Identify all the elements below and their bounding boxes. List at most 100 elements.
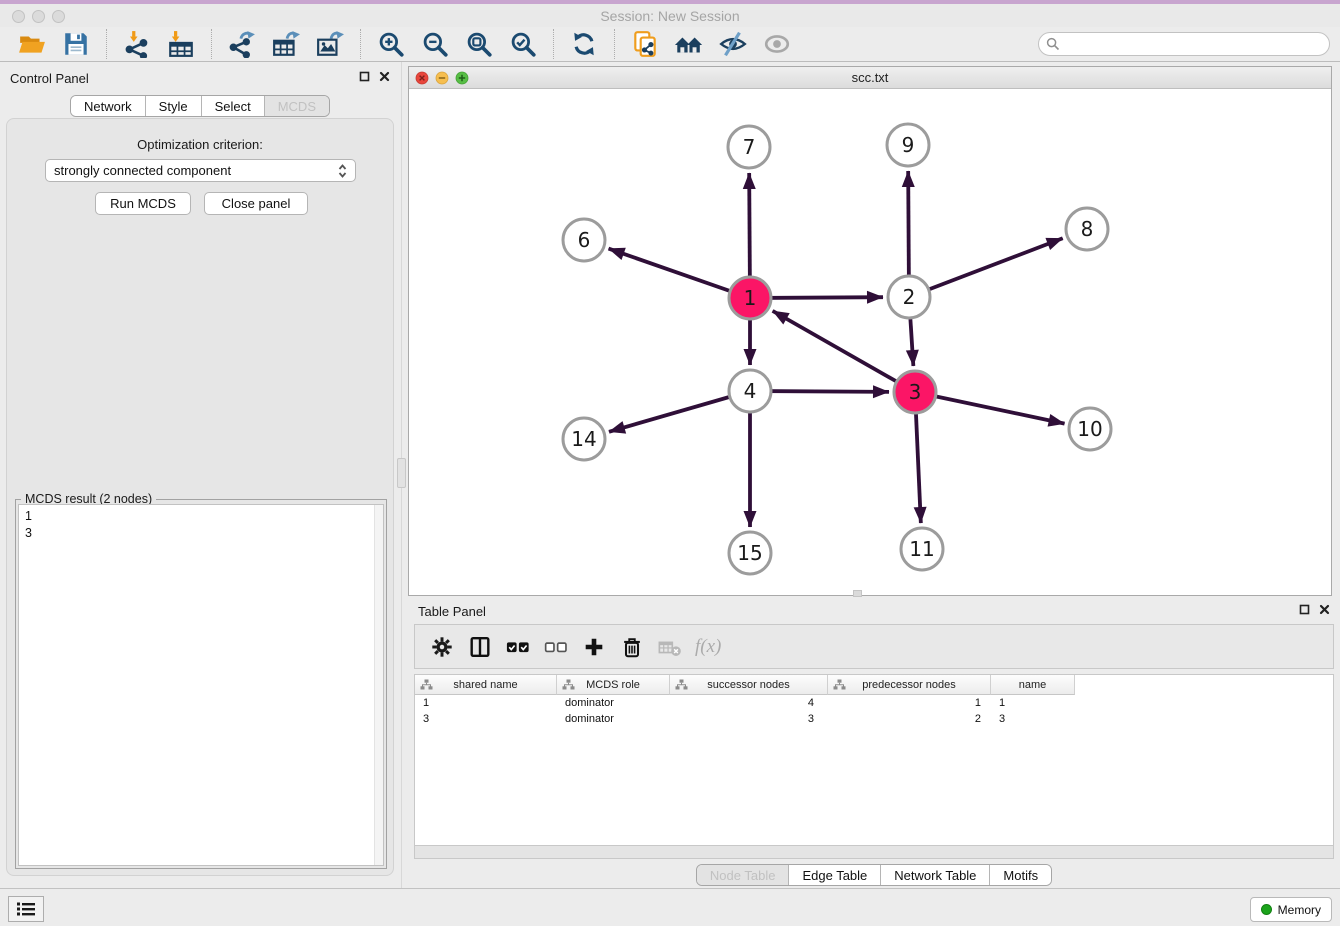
cell-successor-nodes[interactable]: 3 xyxy=(670,711,828,727)
function-builder-icon: f(x) xyxy=(695,636,721,658)
export-network-icon[interactable] xyxy=(227,29,257,59)
cell-name[interactable]: 3 xyxy=(991,711,1075,727)
main-toolbar xyxy=(0,27,1340,62)
column-type-icon xyxy=(562,679,575,690)
task-history-button[interactable] xyxy=(8,896,44,922)
mcds-result-line: 3 xyxy=(19,525,383,542)
graph-node-14[interactable]: 14 xyxy=(563,418,605,460)
table-horizontal-scrollbar[interactable] xyxy=(414,846,1334,859)
node-table[interactable]: shared name MCDS role successor nodes pr… xyxy=(414,674,1334,846)
tab-motifs[interactable]: Motifs xyxy=(989,865,1051,885)
zoom-in-icon[interactable] xyxy=(376,29,406,59)
tab-edge-table[interactable]: Edge Table xyxy=(788,865,880,885)
mcds-panel: Optimization criterion: strongly connect… xyxy=(6,118,394,876)
network-view-window: scc.txt 7 9 6 8 1 2 4 3 14 10 15 11 xyxy=(408,66,1332,596)
graph-node-4[interactable]: 4 xyxy=(729,370,771,412)
graph-node-2[interactable]: 2 xyxy=(888,276,930,318)
float-table-panel-icon[interactable] xyxy=(1299,604,1310,615)
column-header-predecessor-nodes[interactable]: predecessor nodes xyxy=(828,675,991,695)
run-mcds-button[interactable]: Run MCDS xyxy=(95,192,191,215)
memory-button[interactable]: Memory xyxy=(1250,897,1332,922)
memory-status-icon xyxy=(1261,904,1272,915)
graph-node-10[interactable]: 10 xyxy=(1069,408,1111,450)
mcds-result-line: 1 xyxy=(19,505,383,525)
column-header-name[interactable]: name xyxy=(991,675,1075,695)
network-canvas[interactable]: 7 9 6 8 1 2 4 3 14 10 15 11 xyxy=(409,89,1331,595)
graph-node-1[interactable]: 1 xyxy=(729,277,771,319)
close-panel-icon[interactable] xyxy=(379,71,390,82)
network-canvas-svg: 7 9 6 8 1 2 4 3 14 10 15 11 xyxy=(409,89,1331,595)
graph-edge-3-1[interactable] xyxy=(773,311,915,392)
tab-network[interactable]: Network xyxy=(71,96,145,116)
show-all-icon[interactable] xyxy=(762,29,792,59)
column-label: MCDS role xyxy=(586,679,640,691)
tab-node-table[interactable]: Node Table xyxy=(697,865,789,885)
result-scrollbar[interactable] xyxy=(374,505,383,865)
float-panel-icon[interactable] xyxy=(359,71,370,82)
close-table-panel-icon[interactable] xyxy=(1319,604,1330,615)
cell-name[interactable]: 1 xyxy=(991,695,1075,711)
unselect-all-columns-icon[interactable] xyxy=(541,632,571,662)
show-column-panel-icon[interactable] xyxy=(465,632,495,662)
toolbar-separator xyxy=(211,29,212,59)
close-panel-button[interactable]: Close panel xyxy=(204,192,308,215)
mcds-result-fieldset: MCDS result (2 nodes) 1 3 xyxy=(15,499,387,869)
graph-node-3[interactable]: 3 xyxy=(894,371,936,413)
cell-successor-nodes[interactable]: 4 xyxy=(670,695,828,711)
table-tabbar: Node Table Edge Table Network Table Moti… xyxy=(696,864,1052,886)
select-all-columns-icon[interactable] xyxy=(503,632,533,662)
graph-node-8[interactable]: 8 xyxy=(1066,208,1108,250)
select-stepper-icon xyxy=(338,163,347,179)
table-settings-gear-icon[interactable] xyxy=(427,632,457,662)
zoom-selected-icon[interactable] xyxy=(508,29,538,59)
column-label: predecessor nodes xyxy=(862,679,956,691)
cell-shared-name[interactable]: 1 xyxy=(415,695,557,711)
cell-predecessor-nodes[interactable]: 2 xyxy=(828,711,991,727)
cell-shared-name[interactable]: 3 xyxy=(415,711,557,727)
clone-network-icon[interactable] xyxy=(630,29,660,59)
hide-selected-icon[interactable] xyxy=(718,29,748,59)
search-input[interactable] xyxy=(1038,32,1330,56)
graph-node-15[interactable]: 15 xyxy=(729,532,771,574)
mcds-result-textarea[interactable]: 1 3 xyxy=(18,504,384,866)
graph-node-9[interactable]: 9 xyxy=(887,124,929,166)
home-icon[interactable] xyxy=(674,29,704,59)
table-panel-title: Table Panel xyxy=(418,604,486,619)
export-image-icon[interactable] xyxy=(315,29,345,59)
column-header-mcds-role[interactable]: MCDS role xyxy=(557,675,670,695)
graph-node-7[interactable]: 7 xyxy=(728,126,770,168)
column-header-successor-nodes[interactable]: successor nodes xyxy=(670,675,828,695)
zoom-out-icon[interactable] xyxy=(420,29,450,59)
refresh-icon[interactable] xyxy=(569,29,599,59)
graph-node-11[interactable]: 11 xyxy=(901,528,943,570)
add-column-icon[interactable] xyxy=(579,632,609,662)
cell-predecessor-nodes[interactable]: 1 xyxy=(828,695,991,711)
open-session-icon[interactable] xyxy=(17,29,47,59)
delete-column-icon[interactable] xyxy=(617,632,647,662)
graph-node-6[interactable]: 6 xyxy=(563,219,605,261)
criterion-select[interactable]: strongly connected component xyxy=(45,159,356,182)
table-row[interactable]: 1 dominator 4 1 1 xyxy=(415,695,1333,711)
cell-mcds-role[interactable]: dominator xyxy=(557,695,670,711)
network-window-titlebar[interactable]: scc.txt xyxy=(409,67,1331,89)
tab-network-table[interactable]: Network Table xyxy=(880,865,989,885)
column-header-shared-name[interactable]: shared name xyxy=(415,675,557,695)
graph-edge-2-8[interactable] xyxy=(909,238,1063,297)
panel-divider-grip[interactable] xyxy=(397,458,406,488)
tab-mcds[interactable]: MCDS xyxy=(264,96,329,116)
tab-style[interactable]: Style xyxy=(145,96,201,116)
graph-edge-3-10[interactable] xyxy=(915,392,1065,424)
export-table-icon[interactable] xyxy=(271,29,301,59)
import-network-icon[interactable] xyxy=(122,29,152,59)
table-row[interactable]: 3 dominator 3 2 3 xyxy=(415,711,1333,727)
titlebar: Session: New Session xyxy=(0,4,1340,27)
column-type-icon xyxy=(420,679,433,690)
import-table-icon[interactable] xyxy=(166,29,196,59)
zoom-fit-icon[interactable] xyxy=(464,29,494,59)
network-window-title: scc.txt xyxy=(409,70,1331,85)
svg-text:11: 11 xyxy=(909,537,934,561)
save-session-icon[interactable] xyxy=(61,29,91,59)
optimization-criterion-label: Optimization criterion: xyxy=(7,137,393,152)
cell-mcds-role[interactable]: dominator xyxy=(557,711,670,727)
tab-select[interactable]: Select xyxy=(201,96,264,116)
